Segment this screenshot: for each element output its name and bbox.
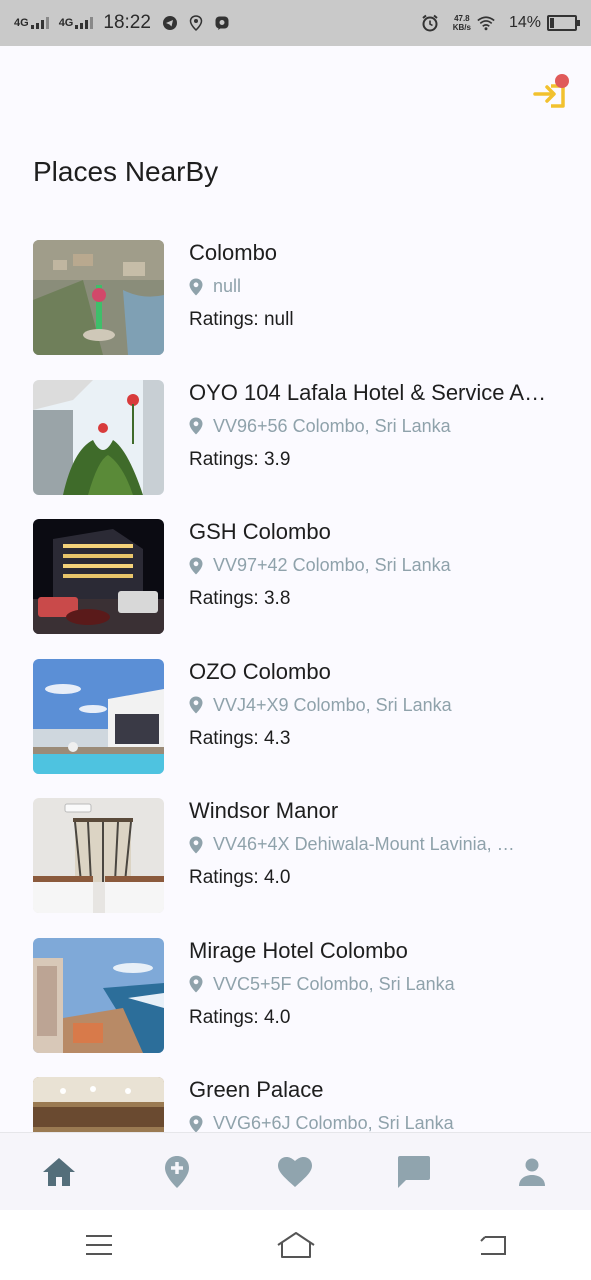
signal-strength-icon: [30, 17, 49, 29]
place-address: VV97+42 Colombo, Sri Lanka: [189, 555, 519, 576]
place-name: GSH Colombo: [189, 519, 331, 544]
place-address-text: VV46+4X Dehiwala-Mount Lavinia, Sri Lank…: [213, 834, 519, 854]
place-image: [33, 240, 164, 355]
list-item[interactable]: GSH Colombo VV97+42 Colombo, Sri Lanka R…: [0, 509, 591, 649]
place-image: [33, 658, 164, 774]
place-image: [33, 1077, 164, 1132]
person-icon: [518, 1158, 545, 1186]
nav-messages[interactable]: [384, 1142, 444, 1202]
home-icon: [43, 1158, 76, 1186]
place-rating: Ratings: 4.0: [189, 867, 291, 888]
back-icon: [479, 1236, 506, 1255]
location-pin-icon: [189, 1115, 203, 1132]
system-home-button[interactable]: [266, 1220, 326, 1270]
heart-icon: [278, 1157, 313, 1187]
page-title: Places NearBy: [33, 156, 219, 187]
list-item[interactable]: Mirage Hotel Colombo VVC5+5F Colombo, Sr…: [0, 928, 591, 1068]
place-image: [33, 519, 164, 634]
place-name: Windsor Manor: [189, 798, 339, 823]
nav-add-place[interactable]: [147, 1142, 207, 1202]
place-rating: Ratings: 4.0: [189, 1006, 291, 1028]
nav-home[interactable]: [29, 1142, 89, 1202]
place-name: Colombo: [189, 240, 278, 265]
signal-type-2: 4G: [58, 17, 74, 29]
location-pin-icon: [189, 696, 203, 714]
add-location-icon: [165, 1156, 190, 1188]
logout-button[interactable]: [531, 72, 571, 112]
status-time: 18:22: [103, 12, 151, 33]
place-address: VVC5+5F Colombo, Sri Lanka: [189, 974, 519, 995]
place-address: VV46+4X Dehiwala-Mount Lavinia, Sri Lank…: [189, 834, 519, 855]
location-pin-icon: [189, 557, 203, 575]
place-address-text: VVJ4+X9 Colombo, Sri Lanka: [213, 694, 452, 715]
list-item[interactable]: Green Palace VVG6+6J Colombo, Sri Lanka: [0, 1067, 591, 1132]
telegram-icon: [161, 14, 179, 32]
network-speed-unit: KB/s: [452, 23, 471, 32]
place-rating: Ratings: null: [189, 309, 294, 330]
place-address-text: VVG6+6J Colombo, Sri Lanka: [213, 1113, 454, 1132]
nav-favorites[interactable]: [265, 1142, 325, 1202]
list-item[interactable]: Colombo null Ratings: null: [0, 230, 591, 370]
status-bar: 4G 4G 18:22 47.8 KB/s 14%: [0, 0, 591, 46]
menu-icon: [85, 1235, 112, 1255]
list-item[interactable]: OYO 104 Lafala Hotel & Service Apartment…: [0, 370, 591, 510]
place-address: VVJ4+X9 Colombo, Sri Lanka: [189, 695, 519, 716]
places-list[interactable]: Colombo null Ratings: null OYO 104 Lafal…: [0, 230, 591, 1132]
place-name: Mirage Hotel Colombo: [189, 937, 408, 963]
place-address: null: [189, 276, 519, 297]
place-rating: Ratings: 4.3: [189, 727, 291, 749]
place-rating: Ratings: 3.9: [189, 448, 291, 470]
battery-percent: 14%: [508, 14, 541, 31]
list-item[interactable]: OZO Colombo VVJ4+X9 Colombo, Sri Lanka R…: [0, 649, 591, 789]
place-image: [33, 937, 164, 1053]
place-address-text: VV97+42 Colombo, Sri Lanka: [213, 555, 451, 575]
place-rating: Ratings: 3.8: [189, 588, 291, 609]
system-back-button[interactable]: [463, 1220, 523, 1270]
notification-badge: [555, 74, 569, 88]
system-nav: [0, 1210, 591, 1280]
network-speed-value: 47.8: [454, 14, 470, 23]
signal-type-1: 4G: [14, 17, 29, 29]
place-name: OZO Colombo: [189, 658, 331, 684]
place-name: Green Palace: [189, 1077, 324, 1102]
location-pin-icon: [189, 975, 203, 993]
place-address-text: VVC5+5F Colombo, Sri Lanka: [213, 973, 455, 994]
location-status-icon: [187, 14, 205, 32]
location-pin-icon: [189, 278, 203, 296]
chat-icon: [397, 1156, 430, 1188]
place-address-text: null: [213, 276, 242, 296]
place-image: [33, 379, 164, 495]
system-menu-button[interactable]: [69, 1220, 129, 1270]
network-speed: 47.8 KB/s: [453, 14, 471, 32]
signal-strength-icon-2: [75, 17, 94, 29]
place-image: [33, 798, 164, 913]
place-address-text: VV96+56 Colombo, Sri Lanka: [213, 415, 451, 436]
battery-icon: [547, 15, 580, 31]
alarm-icon: [421, 14, 439, 32]
wifi-icon: [477, 14, 495, 32]
place-address: VV96+56 Colombo, Sri Lanka: [189, 416, 519, 437]
list-item[interactable]: Windsor Manor VV46+4X Dehiwala-Mount Lav…: [0, 788, 591, 928]
place-name: OYO 104 Lafala Hotel & Service Apartment…: [189, 379, 549, 405]
bottom-nav: [0, 1132, 591, 1211]
viber-icon: [213, 14, 231, 32]
location-pin-icon: [189, 836, 203, 854]
home-outline-icon: [276, 1232, 315, 1258]
nav-profile[interactable]: [502, 1142, 562, 1202]
place-address: VVG6+6J Colombo, Sri Lanka: [189, 1113, 519, 1132]
location-pin-icon: [189, 417, 203, 435]
